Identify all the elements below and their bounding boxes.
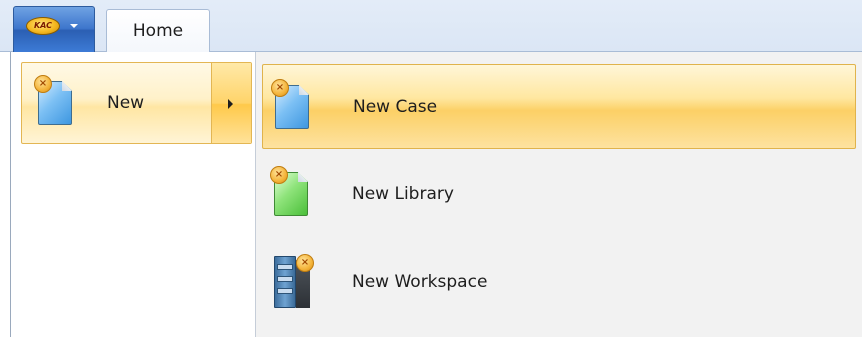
- app-logo-icon: KAC: [26, 17, 60, 35]
- menu-left-column: × New: [11, 52, 255, 337]
- submenu-item-new-library[interactable]: × New Library: [262, 152, 856, 237]
- submenu-item-new-case[interactable]: × New Case: [262, 64, 856, 149]
- submenu-item-label: New Library: [352, 184, 454, 204]
- menu-item-new[interactable]: × New: [21, 62, 252, 144]
- ribbon-tab-strip: KAC Home: [0, 0, 862, 53]
- menu-item-label: New: [107, 93, 145, 113]
- application-menu-button[interactable]: KAC: [13, 6, 95, 52]
- new-document-icon: ×: [34, 75, 74, 127]
- submenu-item-label: New Workspace: [352, 272, 488, 292]
- new-submenu-panel: × New Case × New Library × New Workspace: [255, 52, 862, 337]
- submenu-item-label: New Case: [353, 97, 438, 117]
- new-workspace-icon: ×: [270, 252, 316, 310]
- submenu-expand-button[interactable]: [211, 63, 251, 143]
- chevron-right-icon: [228, 99, 233, 109]
- application-menu: × New × New Case × New Library × New Wor…: [10, 52, 862, 337]
- dropdown-arrow-icon: [70, 24, 78, 28]
- submenu-item-new-workspace[interactable]: × New Workspace: [262, 240, 856, 325]
- new-library-icon: ×: [270, 166, 310, 218]
- new-case-icon: ×: [271, 79, 311, 131]
- tab-home[interactable]: Home: [106, 9, 210, 53]
